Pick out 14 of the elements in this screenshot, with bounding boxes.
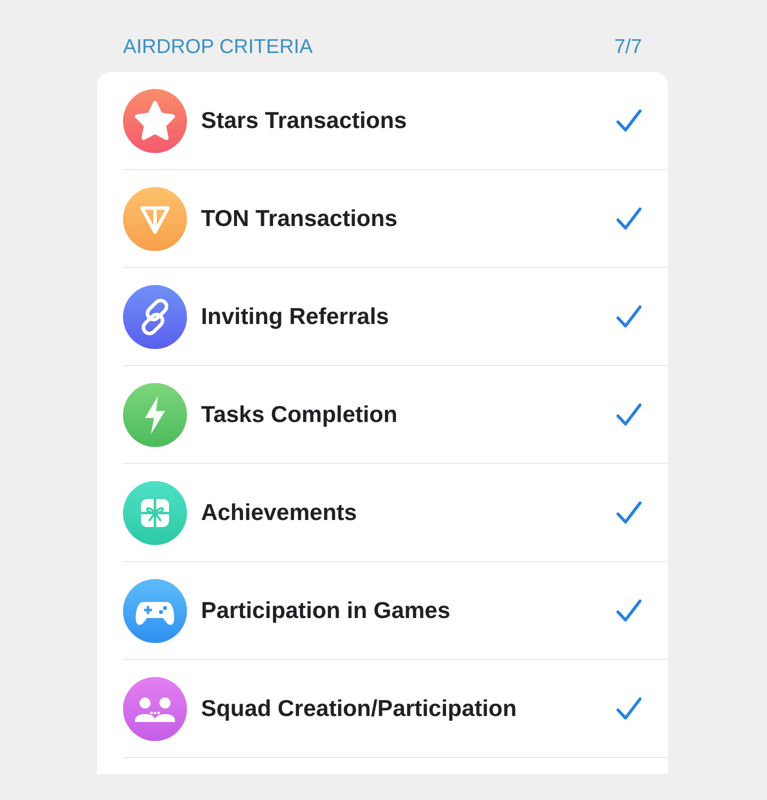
criteria-label: TON Transactions	[201, 205, 398, 232]
criteria-label: Squad Creation/Participation	[201, 695, 518, 722]
link-icon	[123, 284, 187, 348]
criteria-count: 7/7	[614, 36, 642, 58]
criteria-label: Participation in Games	[201, 597, 452, 624]
section-title: AIRDROP CRITERIA	[123, 36, 313, 58]
criteria-label: Tasks Completion	[201, 401, 398, 428]
criteria-label: Achievements	[201, 499, 358, 526]
gift-icon	[123, 480, 187, 544]
criteria-label: Stars Transactions	[201, 107, 408, 134]
lightning-icon	[123, 382, 187, 446]
group-icon	[123, 676, 187, 740]
gamepad-icon	[123, 578, 187, 642]
criteria-label: Inviting Referrals	[201, 303, 390, 330]
